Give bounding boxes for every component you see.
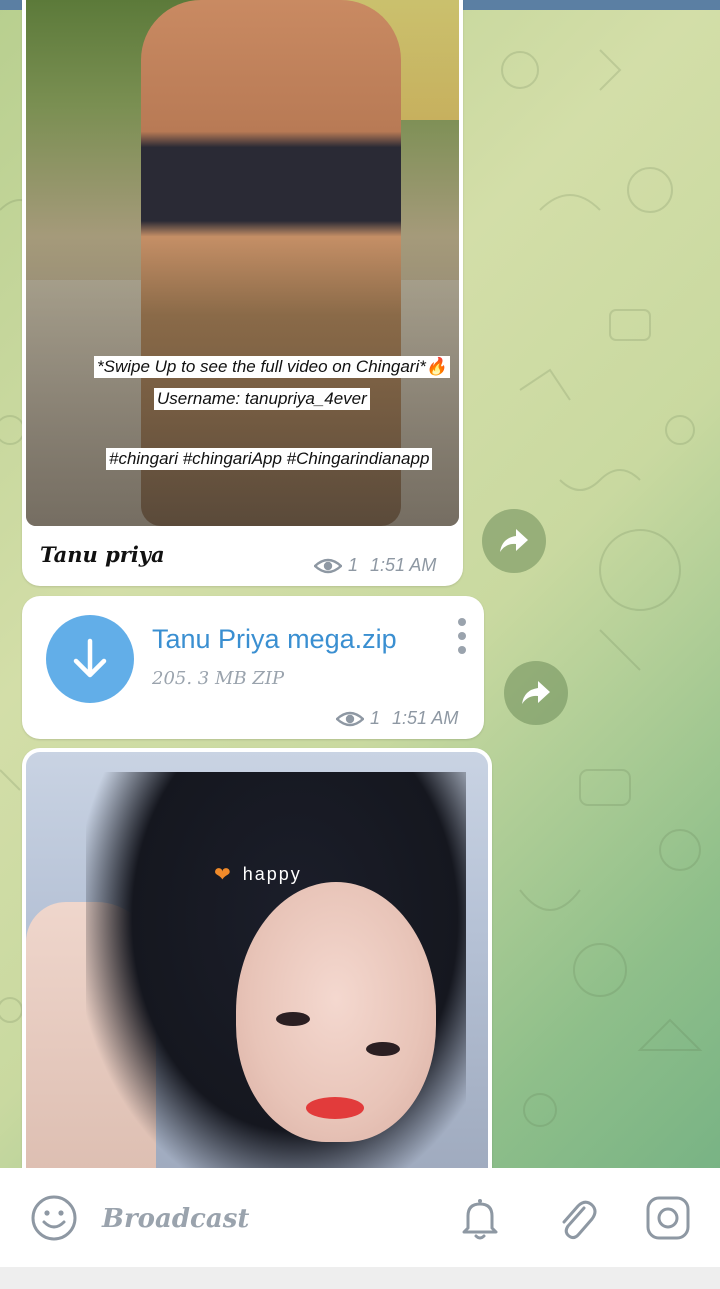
message-time: 1:51 AM bbox=[370, 555, 437, 575]
message-time: 1:51 AM bbox=[392, 708, 459, 728]
photo-caption-line: *Swipe Up to see the full video on Ching… bbox=[94, 356, 451, 378]
overlay-text: happy bbox=[242, 864, 302, 884]
eye-icon bbox=[336, 711, 364, 726]
emoji-icon[interactable] bbox=[30, 1194, 78, 1242]
download-button[interactable] bbox=[46, 615, 134, 703]
heart-icon: ❤ bbox=[214, 864, 233, 886]
forward-button[interactable] bbox=[482, 509, 546, 573]
instagram-icon[interactable] bbox=[644, 1194, 692, 1242]
bell-icon[interactable] bbox=[456, 1194, 504, 1242]
photo-caption-line: #chingari #chingariApp #Chingarindianapp bbox=[106, 448, 433, 470]
photo-subject-lips bbox=[306, 1097, 364, 1119]
photo-subject-eye bbox=[366, 1042, 400, 1056]
broadcast-input-bar: Broadcast bbox=[0, 1168, 720, 1267]
message-meta: 1 1:51 AM bbox=[314, 555, 436, 576]
navigation-strip bbox=[0, 1267, 720, 1289]
message-photo[interactable]: *Swipe Up to see the full video on Ching… bbox=[26, 0, 459, 526]
forward-arrow-icon bbox=[522, 681, 550, 704]
file-size: 205. 3 MB ZIP bbox=[152, 668, 285, 689]
message-meta: 1 1:51 AM bbox=[336, 708, 458, 729]
photo-subject-eye bbox=[276, 1012, 310, 1026]
photo-message[interactable]: ❤ happy bbox=[22, 748, 492, 1188]
broadcast-input[interactable]: Broadcast bbox=[102, 1204, 249, 1234]
view-count: 1 bbox=[370, 708, 381, 728]
download-arrow-icon bbox=[73, 638, 107, 678]
message-photo[interactable]: ❤ happy bbox=[26, 752, 488, 1188]
file-name[interactable]: Tanu Priya mega.zip bbox=[152, 624, 397, 655]
photo-message[interactable]: *Swipe Up to see the full video on Ching… bbox=[22, 0, 463, 586]
photo-overlay-sticker: ❤ happy bbox=[214, 862, 302, 887]
paperclip-icon[interactable] bbox=[552, 1194, 600, 1242]
eye-icon bbox=[314, 558, 342, 573]
forward-button[interactable] bbox=[504, 661, 568, 725]
message-author: Tanu priya bbox=[40, 542, 165, 567]
forward-arrow-icon bbox=[500, 529, 528, 552]
photo-caption-line: Username: tanupriya_4ever bbox=[154, 388, 370, 410]
kebab-menu-icon[interactable] bbox=[456, 618, 468, 654]
view-count: 1 bbox=[348, 555, 359, 575]
file-message[interactable]: Tanu Priya mega.zip 205. 3 MB ZIP 1 1:51… bbox=[22, 596, 484, 739]
